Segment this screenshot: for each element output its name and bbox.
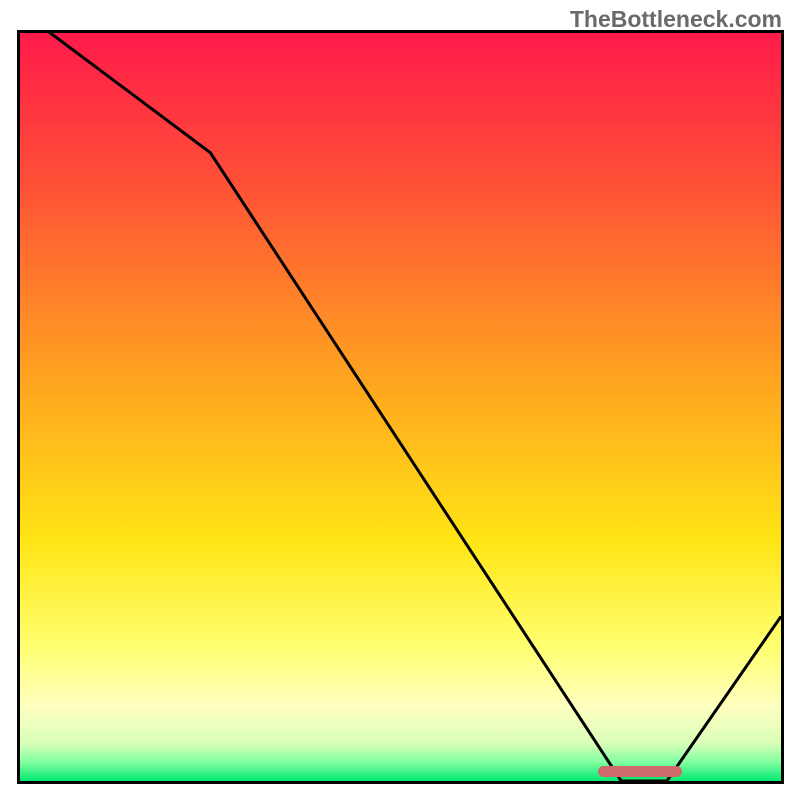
watermark-text: TheBottleneck.com: [570, 6, 782, 33]
bottleneck-curve: [20, 33, 781, 781]
bottleneck-chart: [17, 30, 784, 784]
optimal-range-marker: [598, 766, 682, 777]
